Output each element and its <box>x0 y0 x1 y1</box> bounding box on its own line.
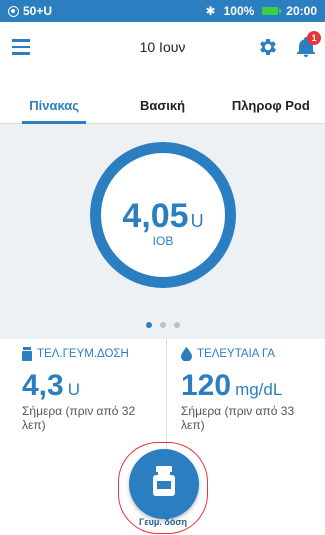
page-dot-3 <box>173 322 180 328</box>
pod-status: 50+U <box>8 4 52 18</box>
gear-icon[interactable] <box>257 36 279 58</box>
menu-icon[interactable] <box>10 35 40 59</box>
iob-value: 4,05 <box>122 197 189 235</box>
tab-basal[interactable]: Βασική <box>108 92 216 123</box>
last-bg-value: 120 <box>181 369 232 402</box>
notification-badge: 1 <box>307 31 321 45</box>
bolus-button-label[interactable]: Γευμ. δόση <box>118 517 208 527</box>
tab-dashboard[interactable]: Πίνακας <box>0 92 108 124</box>
last-bolus-card: ΤΕΛ.ΓΕΥΜ.ΔΟΣΗ 4,3 U Σήμερα (πριν από 32 … <box>0 339 166 459</box>
page-indicator[interactable] <box>0 322 325 328</box>
bluetooth-icon: ✱ <box>205 4 216 18</box>
insulin-bottle-icon <box>153 466 175 496</box>
page-dot-2 <box>159 322 166 328</box>
clock: 20:00 <box>286 4 317 18</box>
last-bolus-value: 4,3 <box>22 369 64 402</box>
tab-bar: Πίνακας Βασική Πληροφ Pod <box>0 92 325 124</box>
last-bg-title: ΤΕΛΕΥΤΑΙΑ ΓΑ <box>197 348 275 360</box>
battery-percent: 100% <box>223 4 255 18</box>
last-bolus-unit: U <box>67 380 80 399</box>
status-bar: 50+U ✱ 100% 20:00 <box>0 0 325 22</box>
pod-icon <box>8 5 19 17</box>
last-bolus-time: Σήμερα (πριν από 32 λεπ) <box>22 404 136 432</box>
tab-pod-info[interactable]: Πληροφ Pod <box>217 92 325 123</box>
app-header: 10 Ιουν 1 <box>0 22 325 72</box>
bolus-button[interactable] <box>129 449 199 519</box>
iob-unit: U <box>190 211 204 231</box>
blood-drop-icon <box>181 347 192 361</box>
insulin-bottle-icon <box>22 347 32 361</box>
last-bolus-title: ΤΕΛ.ΓΕΥΜ.ΔΟΣΗ <box>37 348 129 360</box>
stats-row: ΤΕΛ.ΓΕΥΜ.ΔΟΣΗ 4,3 U Σήμερα (πριν από 32 … <box>0 339 325 459</box>
last-bg-card: ΤΕΛΕΥΤΑΙΑ ΓΑ 120 mg/dL Σήμερα (πριν από … <box>166 339 325 459</box>
dashboard-panel: 4,05 U IOB <box>0 124 325 339</box>
last-bg-unit: mg/dL <box>235 380 283 399</box>
pod-status-text: 50+U <box>23 4 53 18</box>
iob-ring: 4,05 U IOB <box>90 142 236 288</box>
bell-icon[interactable]: 1 <box>297 31 321 57</box>
iob-label: IOB <box>152 234 174 248</box>
page-dot-1 <box>145 322 152 328</box>
battery-icon <box>262 7 282 15</box>
last-bg-time: Σήμερα (πριν από 33 λεπ) <box>181 404 295 432</box>
